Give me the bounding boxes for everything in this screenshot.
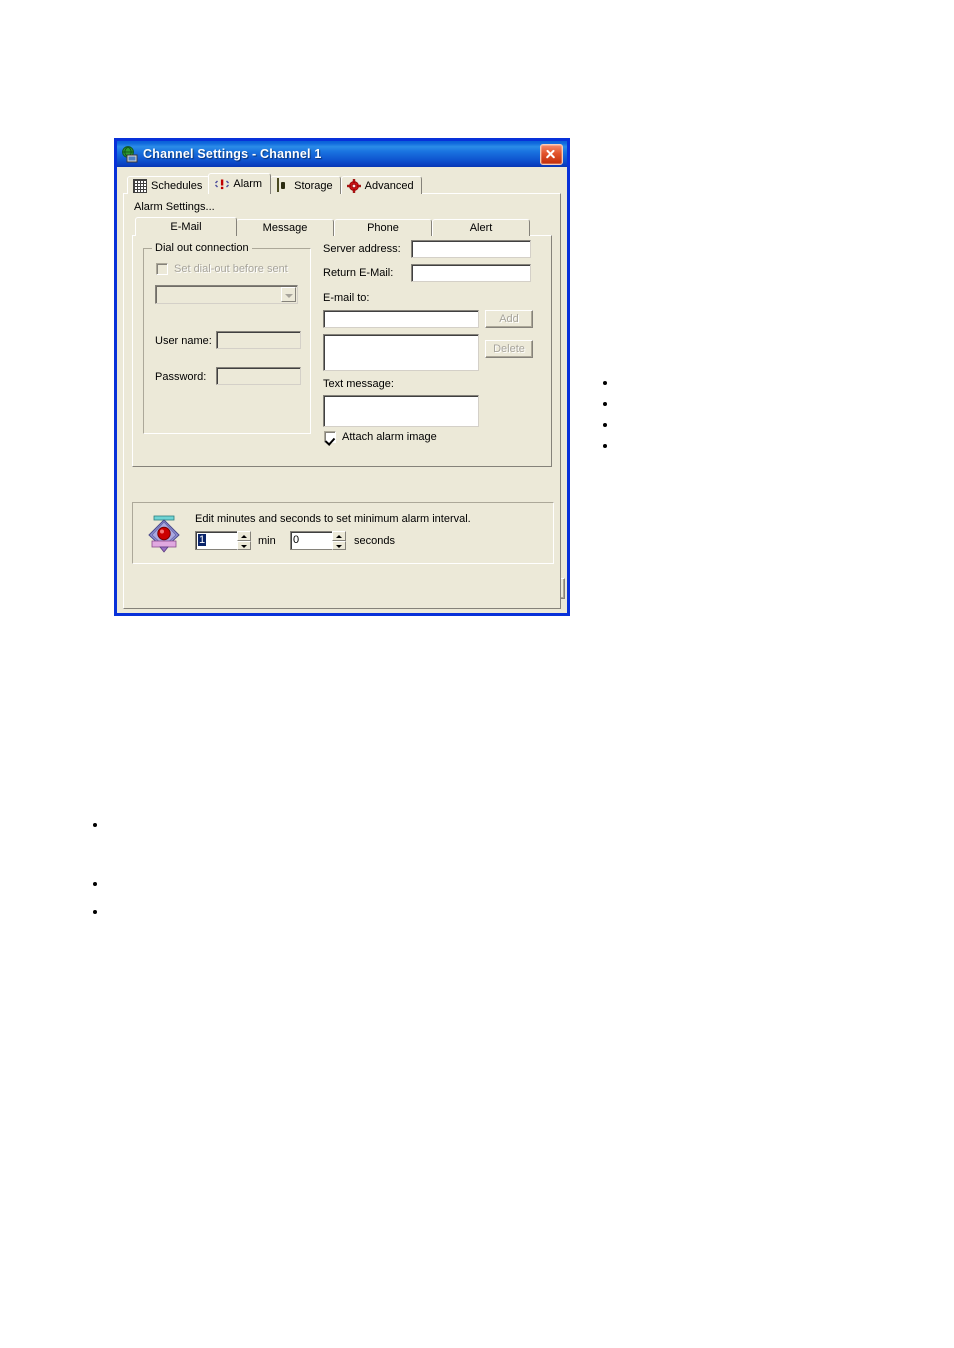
seconds-value-box[interactable]: 0 (290, 531, 332, 550)
password-field[interactable] (216, 367, 301, 385)
grid-icon (133, 178, 147, 193)
subtab-email[interactable]: E-Mail (135, 217, 237, 236)
set-dial-out-label: Set dial-out before sent (174, 263, 288, 275)
delete-button-label: Delete (493, 343, 525, 355)
subtab-alert-label: Alert (469, 222, 493, 234)
attach-alarm-image-row[interactable]: Attach alarm image (324, 431, 437, 443)
tab-schedules-label: Schedules (151, 179, 203, 192)
return-email-field[interactable] (411, 264, 531, 282)
minutes-increment-button[interactable] (237, 531, 251, 541)
delete-button[interactable]: Delete (485, 340, 533, 358)
email-to-label: E-mail to: (323, 292, 370, 304)
alarm-tab-page: Alarm Settings... E-Mail Message Phone A… (123, 193, 561, 609)
alarm-interval-description: Edit minutes and seconds to set minimum … (195, 513, 471, 525)
tab-storage[interactable]: Storage (270, 176, 341, 194)
list-item (93, 910, 97, 914)
subtab-message-label: Message (262, 222, 308, 234)
text-message-field[interactable] (323, 395, 479, 427)
minutes-stepper[interactable]: 1 (195, 531, 251, 550)
tab-schedules[interactable]: Schedules (127, 176, 211, 194)
gear-icon (346, 178, 361, 193)
list-item (603, 381, 607, 385)
add-button[interactable]: Add (485, 310, 533, 328)
attach-alarm-image-checkbox[interactable] (324, 431, 336, 443)
email-to-field[interactable] (323, 310, 479, 328)
seconds-stepper[interactable]: 0 (290, 531, 346, 550)
add-button-label: Add (499, 313, 519, 325)
alarm-icon (215, 177, 230, 191)
list-item (603, 402, 607, 406)
email-sub-tab-page: Dial out connection Set dial-out before … (132, 235, 552, 467)
tab-advanced[interactable]: Advanced (340, 176, 422, 194)
subtab-message[interactable]: Message (236, 219, 334, 236)
dial-out-connection-combo[interactable] (155, 285, 298, 304)
tab-alarm-label: Alarm (233, 178, 263, 190)
set-dial-out-checkbox[interactable] (156, 263, 168, 275)
alarm-beacon-icon (147, 515, 181, 553)
dialog-body: Schedules Alarm Storage Advanced Alarm S… (117, 167, 567, 613)
server-address-label: Server address: (323, 243, 401, 255)
seconds-increment-button[interactable] (332, 531, 346, 541)
subtab-alert[interactable]: Alert (432, 219, 530, 236)
list-item (93, 882, 97, 886)
server-address-field[interactable] (411, 240, 531, 258)
text-message-label: Text message: (323, 378, 394, 390)
list-item (603, 423, 607, 427)
list-item (603, 444, 607, 448)
subtab-phone-label: Phone (367, 222, 399, 234)
seconds-unit-label: seconds (354, 535, 395, 547)
minutes-stepper-buttons[interactable] (237, 531, 251, 550)
dial-out-legend: Dial out connection (152, 242, 252, 254)
recipients-list[interactable] (323, 334, 479, 371)
title-bar[interactable]: Channel Settings - Channel 1 (117, 141, 567, 167)
seconds-value: 0 (293, 534, 300, 546)
minutes-value: 1 (198, 534, 207, 546)
tab-alarm[interactable]: Alarm (208, 173, 272, 194)
dial-out-connection-group: Dial out connection Set dial-out before … (143, 242, 311, 434)
tab-storage-label: Storage (294, 179, 333, 192)
main-tab-strip: Schedules Alarm Storage Advanced (123, 173, 561, 194)
password-label: Password: (155, 371, 207, 383)
set-dial-out-checkbox-row[interactable]: Set dial-out before sent (156, 263, 288, 275)
minutes-unit-label: min (258, 535, 276, 547)
seconds-stepper-buttons[interactable] (332, 531, 346, 550)
subtab-phone[interactable]: Phone (334, 219, 432, 236)
chevron-down-icon[interactable] (281, 287, 296, 302)
alarm-sub-tab-strip: E-Mail Message Phone Alert (132, 217, 552, 236)
minutes-value-box[interactable]: 1 (195, 531, 237, 550)
list-item (93, 823, 97, 827)
channel-settings-dialog: Channel Settings - Channel 1 Schedules A… (114, 138, 570, 616)
minutes-decrement-button[interactable] (237, 540, 251, 550)
return-email-label: Return E-Mail: (323, 267, 394, 279)
attach-alarm-image-label: Attach alarm image (342, 431, 437, 443)
tab-advanced-label: Advanced (364, 179, 414, 192)
username-label: User name: (155, 335, 212, 347)
username-field[interactable] (216, 331, 301, 349)
close-icon[interactable] (540, 143, 563, 165)
channel-settings-icon (121, 145, 138, 163)
seconds-decrement-button[interactable] (332, 540, 346, 550)
window-title: Channel Settings - Channel 1 (143, 147, 322, 161)
alarm-interval-panel: Edit minutes and seconds to set minimum … (132, 502, 554, 564)
storage-icon (276, 177, 290, 193)
alarm-settings-label: Alarm Settings... (134, 201, 215, 213)
subtab-email-label: E-Mail (170, 221, 202, 233)
